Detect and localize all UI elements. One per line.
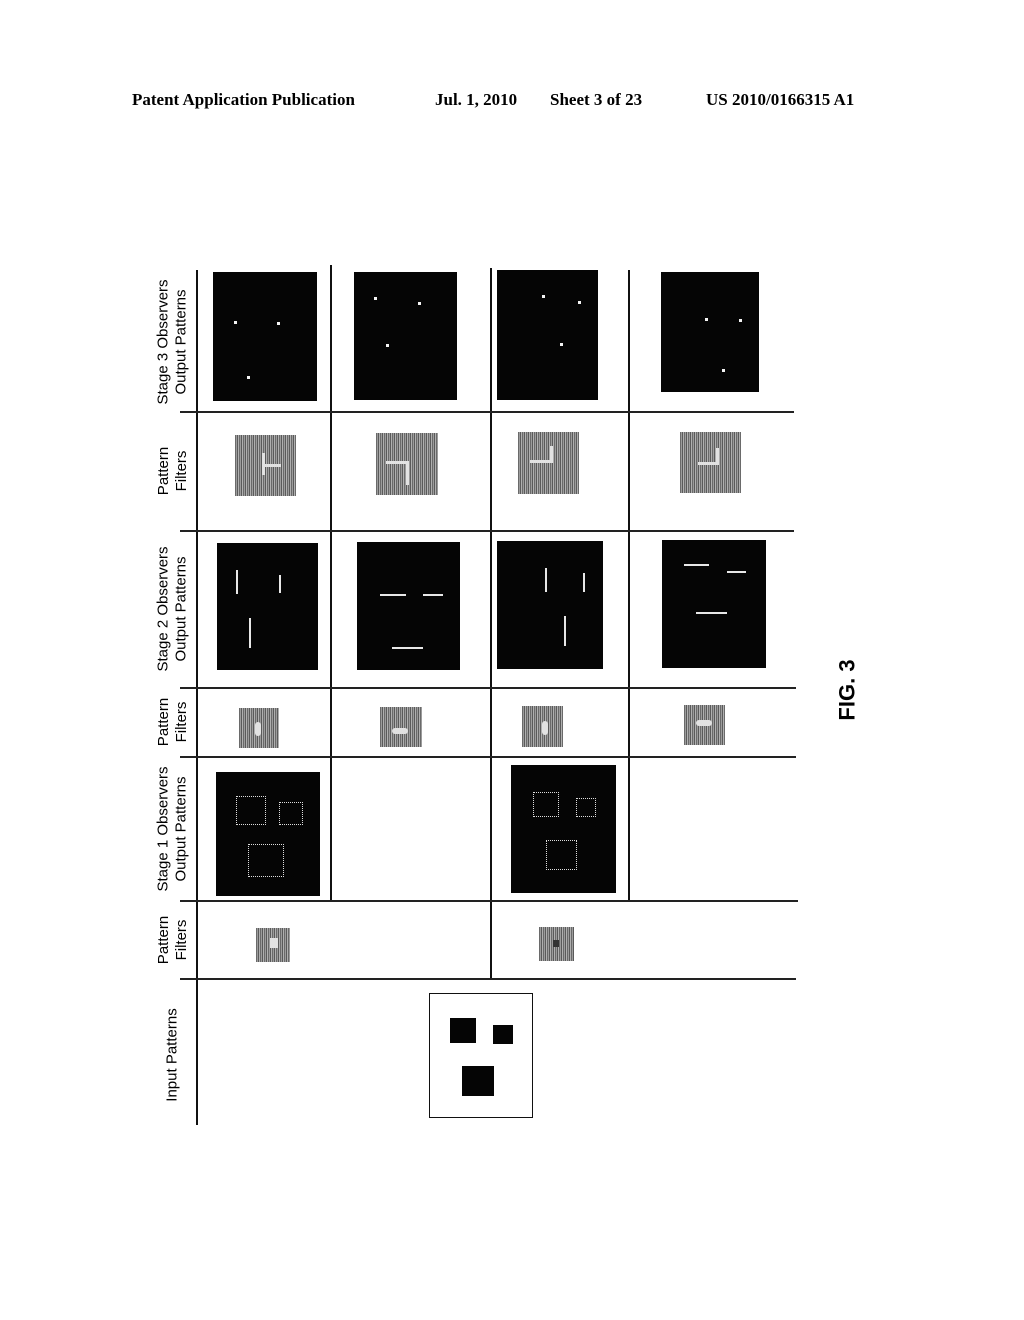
filter-mark <box>386 461 408 464</box>
row-label-text: Stage 3 Observers Output Patterns <box>155 279 190 405</box>
line-segment <box>249 618 251 648</box>
dot <box>542 295 545 298</box>
line-segment <box>423 594 443 596</box>
dot <box>386 344 389 347</box>
filter-mark <box>265 464 281 467</box>
stage2-filter-image <box>380 707 422 747</box>
stage2-output-image <box>357 542 460 670</box>
line-segment <box>696 612 727 614</box>
filter-mark <box>696 720 712 726</box>
grid-line <box>180 756 796 758</box>
filter-mark <box>553 940 559 947</box>
stage1-output-image <box>511 765 616 893</box>
patent-number: US 2010/0166315 A1 <box>706 90 855 109</box>
filter-mark <box>716 448 719 465</box>
filter-mark <box>270 938 278 948</box>
square-outline <box>546 840 577 870</box>
line-segment <box>727 571 746 573</box>
line-segment <box>583 573 585 592</box>
line-segment <box>392 647 423 649</box>
sheet-number: Sheet 3 of 23 <box>550 90 643 109</box>
dot <box>560 343 563 346</box>
dot <box>374 297 377 300</box>
line-segment <box>545 568 547 592</box>
filter-mark <box>255 722 261 736</box>
grid-line <box>180 978 796 980</box>
grid-line <box>180 530 794 532</box>
stage3-output-image <box>497 270 598 400</box>
dot <box>418 302 421 305</box>
filter-mark <box>550 446 553 463</box>
stage1-filter-image <box>539 927 574 961</box>
input-square <box>493 1025 513 1044</box>
stage1-filter-image <box>256 928 290 962</box>
square-outline <box>236 796 266 825</box>
grid-line <box>196 270 198 1125</box>
dot <box>578 301 581 304</box>
grid-line <box>490 268 492 978</box>
dot <box>739 319 742 322</box>
stage2-filter-image <box>684 705 725 745</box>
stage3-output-image <box>213 272 317 401</box>
row-label-text: Stage 1 Observers Output Patterns <box>155 765 190 892</box>
dot <box>705 318 708 321</box>
row-label-stage1-output: Stage 1 Observers Output Patterns <box>150 757 196 900</box>
row-label-text: Input Patterns <box>164 1008 181 1102</box>
row-label-text: Pattern Filters <box>155 915 190 964</box>
dot <box>234 321 237 324</box>
publication-label: Patent Application Publication <box>132 90 355 109</box>
dot <box>722 369 725 372</box>
row-label-stage3-filters: Pattern Filters <box>150 412 196 530</box>
filter-mark <box>406 461 409 485</box>
square-outline <box>576 798 596 817</box>
dot <box>247 376 250 379</box>
stage2-output-image <box>217 543 318 670</box>
row-label-stage1-filters: Pattern Filters <box>150 901 196 978</box>
line-segment <box>380 594 406 596</box>
row-label-text: Stage 2 Observers Output Patterns <box>155 546 190 672</box>
figure-label: FIG. 3 <box>828 650 868 730</box>
stage2-filter-image <box>522 706 563 747</box>
stage2-output-image <box>497 541 603 669</box>
filter-mark <box>698 462 718 465</box>
stage3-filter-image <box>235 435 296 496</box>
line-segment <box>564 616 566 646</box>
grid-line <box>180 687 796 689</box>
stage3-output-image <box>661 272 759 392</box>
square-outline <box>279 802 303 825</box>
square-outline <box>533 792 559 817</box>
grid-line <box>330 265 332 900</box>
row-label-text: Pattern Filters <box>155 446 190 496</box>
input-square <box>450 1018 476 1043</box>
filter-mark <box>530 460 552 463</box>
row-label-stage2-output: Stage 2 Observers Output Patterns <box>150 531 196 687</box>
filter-mark <box>392 728 408 734</box>
input-pattern-image <box>429 993 533 1118</box>
row-label-stage2-filters: Pattern Filters <box>150 688 196 756</box>
publication-date: Jul. 1, 2010 <box>435 90 518 109</box>
row-label-text: Pattern Filters <box>155 697 190 747</box>
stage3-output-image <box>354 272 457 400</box>
filter-mark <box>542 721 548 735</box>
square-outline <box>248 844 284 877</box>
stage1-output-image <box>216 772 320 896</box>
grid-line <box>180 900 798 902</box>
stage2-filter-image <box>239 708 279 748</box>
dot <box>277 322 280 325</box>
grid-line <box>180 411 794 413</box>
stage3-filter-image <box>376 433 438 495</box>
grid-line <box>628 270 630 900</box>
input-square <box>462 1066 494 1096</box>
figure-label-text: FIG. 3 <box>835 659 860 721</box>
line-segment <box>236 570 238 594</box>
stage2-output-image <box>662 540 766 668</box>
row-label-input: Input Patterns <box>150 990 196 1120</box>
line-segment <box>279 575 281 593</box>
stage3-filter-image <box>518 432 579 494</box>
row-label-stage3-output: Stage 3 Observers Output Patterns <box>150 272 196 412</box>
stage3-filter-image <box>680 432 741 493</box>
line-segment <box>684 564 709 566</box>
